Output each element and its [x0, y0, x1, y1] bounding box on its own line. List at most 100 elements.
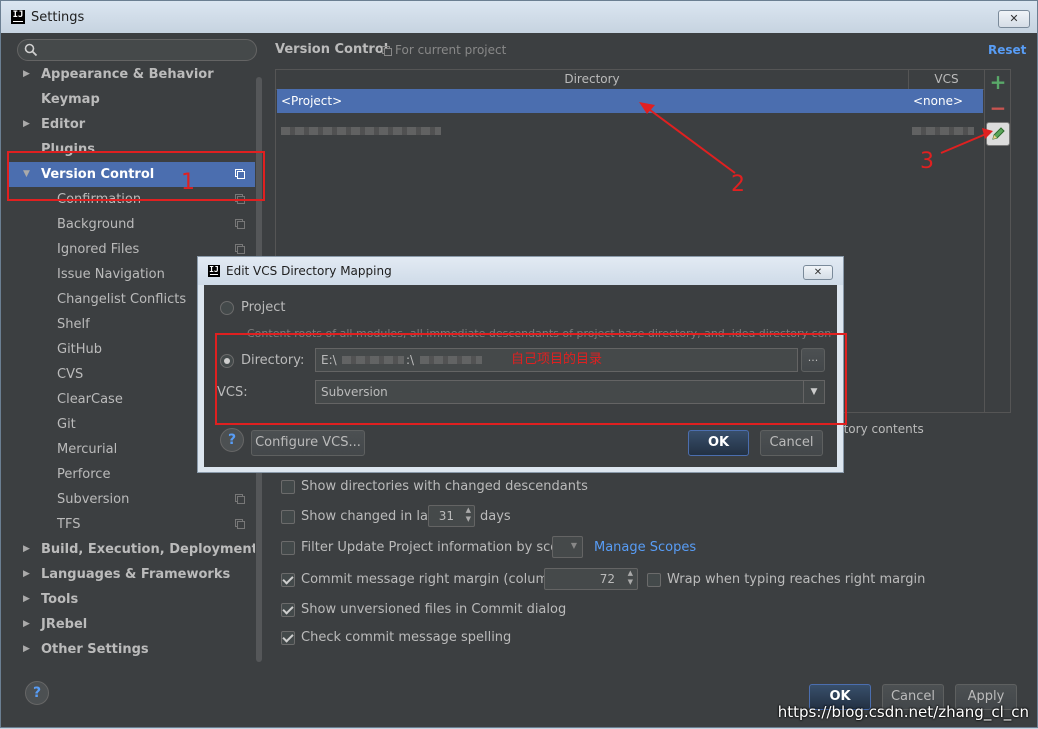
page-title: Version Control: [275, 42, 389, 57]
table-toolbar: + −: [984, 69, 1011, 413]
sidebar-item-label: Background: [57, 217, 135, 232]
collapsed-arrow-icon[interactable]: ▶: [23, 112, 30, 137]
annotation-1: 1: [181, 170, 195, 195]
collapsed-arrow-icon[interactable]: ▶: [23, 612, 30, 637]
settings-window: IJ Settings ✕ ▶ Appearance & Behavior Keym…: [0, 0, 1038, 728]
filter-update-checkbox[interactable]: [281, 541, 295, 555]
sidebar-item-subversion[interactable]: Subversion: [9, 487, 259, 512]
column-header-directory[interactable]: Directory: [276, 70, 909, 90]
column-header-vcs[interactable]: VCS: [909, 70, 984, 90]
sidebar-item-label: ClearCase: [57, 392, 123, 407]
annotation-2: 2: [731, 172, 745, 197]
filter-update-label: Filter Update Project information by sco…: [301, 540, 575, 555]
manage-scopes-link[interactable]: Manage Scopes: [594, 540, 696, 555]
add-mapping-button[interactable]: +: [989, 70, 1007, 94]
sidebar-item-tfs[interactable]: TFS: [9, 512, 259, 537]
search-icon: [24, 43, 38, 57]
project-scope-icon: [235, 494, 245, 504]
dialog-title-bar: IJ Edit VCS Directory Mapping ✕: [198, 257, 843, 285]
sidebar-item-label: Mercurial: [57, 442, 118, 457]
blurred-row-vcs: [912, 127, 974, 135]
project-scope-icon: [235, 244, 245, 254]
configure-vcs-button[interactable]: Configure VCS...: [251, 430, 365, 456]
annotation-3: 3: [920, 149, 934, 174]
sidebar-item-label: GitHub: [57, 342, 103, 357]
check-spelling-checkbox[interactable]: [281, 631, 295, 645]
sidebar-item-label: Languages & Frameworks: [41, 567, 231, 582]
days-label: days: [480, 509, 511, 524]
scope-dropdown[interactable]: ▼: [552, 536, 583, 558]
sidebar-item-label: JRebel: [41, 617, 88, 632]
sidebar-item-keymap[interactable]: Keymap: [9, 87, 259, 112]
show-dirs-label: Show directories with changed descendant…: [301, 479, 588, 494]
sidebar-item-label: Keymap: [41, 92, 100, 107]
dialog-title: Edit VCS Directory Mapping: [226, 264, 392, 278]
sidebar-item-label: TFS: [57, 517, 81, 532]
show-changed-days-spinner[interactable]: 31 ▲ ▼: [428, 505, 475, 527]
row-directory: <Project>: [281, 94, 343, 108]
sidebar-item-jrebel[interactable]: ▶ JRebel: [9, 612, 259, 637]
collapsed-arrow-icon[interactable]: ▶: [23, 637, 30, 662]
chevron-down-icon: ▼: [570, 541, 577, 550]
spinner-arrows-icon: ▲ ▼: [465, 506, 471, 523]
wrap-typing-checkbox[interactable]: [647, 573, 661, 587]
sidebar-item-background[interactable]: Background: [9, 212, 259, 237]
sidebar-item-label: Tools: [41, 592, 79, 607]
dialog-ok-button[interactable]: OK: [688, 430, 749, 456]
reset-link[interactable]: Reset: [988, 43, 1026, 57]
close-icon: ✕: [1009, 12, 1019, 25]
project-scope-icon: [382, 46, 392, 56]
spinner-value: 31: [438, 509, 454, 523]
annotation-box-version-control: [7, 151, 265, 201]
commit-margin-spinner[interactable]: 72 ▲ ▼: [544, 568, 638, 590]
dialog-close-button[interactable]: ✕: [803, 265, 833, 280]
project-scope-icon: [235, 219, 245, 229]
project-radio-label: Project: [241, 300, 286, 315]
sidebar-item-label: Build, Execution, Deployment: [41, 542, 258, 557]
spinner-arrows-icon: ▲ ▼: [627, 569, 633, 586]
sidebar-item-languages-frameworks[interactable]: ▶ Languages & Frameworks: [9, 562, 259, 587]
sidebar-item-label: Ignored Files: [57, 242, 140, 257]
spinner-value: 72: [599, 572, 615, 586]
collapsed-arrow-icon[interactable]: ▶: [23, 562, 30, 587]
sidebar-item-editor[interactable]: ▶ Editor: [9, 112, 259, 137]
sidebar-item-label: Changelist Conflicts: [57, 292, 187, 307]
window-title: Settings: [31, 10, 85, 25]
wrap-typing-label: Wrap when typing reaches right margin: [667, 572, 926, 587]
show-changed-checkbox[interactable]: [281, 510, 295, 524]
show-dirs-checkbox[interactable]: [281, 480, 295, 494]
sidebar-item-label: Perforce: [57, 467, 111, 482]
sidebar-item-label: Shelf: [57, 317, 90, 332]
table-row[interactable]: <Project> <none>: [277, 89, 983, 113]
dialog-help-button[interactable]: ?: [220, 428, 244, 452]
commit-margin-checkbox[interactable]: [281, 573, 295, 587]
collapsed-arrow-icon[interactable]: ▶: [23, 587, 30, 612]
close-window-button[interactable]: ✕: [998, 10, 1030, 28]
intellij-logo-icon: IJ: [208, 265, 220, 277]
collapsed-arrow-icon[interactable]: ▶: [23, 537, 30, 562]
show-changed-label: Show changed in last: [301, 509, 440, 524]
sidebar-item-label: Other Settings: [41, 642, 149, 657]
pencil-icon: [992, 127, 1005, 140]
settings-search-input[interactable]: [17, 39, 257, 61]
show-unversioned-checkbox[interactable]: [281, 603, 295, 617]
dialog-cancel-button[interactable]: Cancel: [760, 430, 823, 456]
sidebar-item-tools[interactable]: ▶ Tools: [9, 587, 259, 612]
page-subtitle: For current project: [395, 43, 507, 57]
watermark: https://blog.csdn.net/zhang_cl_cn: [777, 703, 1029, 721]
check-spelling-label: Check commit message spelling: [301, 630, 512, 645]
intellij-logo-icon: IJ: [11, 10, 25, 24]
obscured-hint-text: ctory contents: [837, 422, 924, 436]
annotation-box-dialog-fields: [215, 333, 847, 425]
edit-mapping-button[interactable]: [986, 122, 1010, 146]
project-radio[interactable]: [220, 301, 234, 315]
help-button[interactable]: ?: [25, 681, 49, 705]
sidebar-item-label: Git: [57, 417, 76, 432]
sidebar-item-label: CVS: [57, 367, 84, 382]
sidebar-item-other-settings[interactable]: ▶ Other Settings: [9, 637, 259, 662]
sidebar-item-build-execution-deployment[interactable]: ▶ Build, Execution, Deployment: [9, 537, 259, 562]
sidebar-item-label: Subversion: [57, 492, 130, 507]
remove-mapping-button[interactable]: −: [989, 96, 1007, 120]
title-bar: IJ Settings ✕: [1, 1, 1037, 33]
blurred-row-directory: [281, 127, 441, 135]
